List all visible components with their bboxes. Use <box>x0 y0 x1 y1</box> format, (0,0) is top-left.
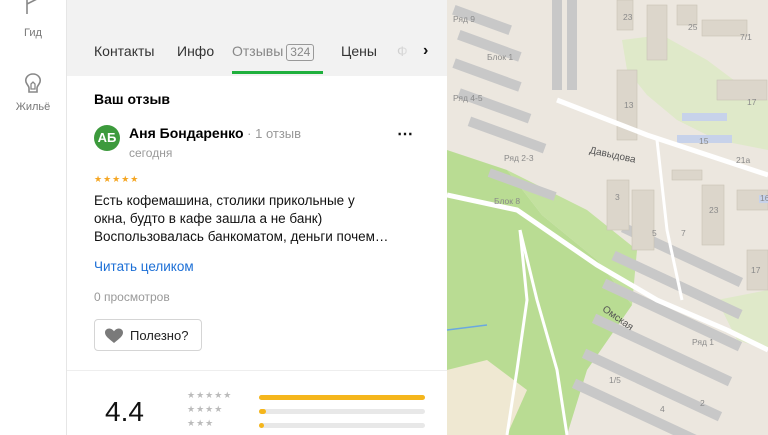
rating-distribution-row: ★★★★ <box>187 404 447 418</box>
review-stars: ★★★★★ <box>94 174 140 184</box>
map-label: Блок 8 <box>494 196 521 206</box>
author-name: Аня Бондаренко <box>129 125 244 141</box>
tab-bar: Контакты Инфо Отзывы324 Цены Ф › <box>67 26 447 76</box>
distribution-stars: ★★★ <box>187 418 215 428</box>
distribution-fill <box>259 409 266 414</box>
map-label: 25 <box>688 22 698 32</box>
useful-label: Полезно? <box>130 328 189 343</box>
author-review-count: · 1 отзыв <box>243 126 302 141</box>
map-label: 7 <box>681 228 686 238</box>
reviews-count-badge: 324 <box>286 44 315 61</box>
read-more-link[interactable]: Читать целиком <box>94 259 194 274</box>
map-label: Ряд 4-5 <box>453 93 483 103</box>
rail-item-label: Гид <box>24 27 42 39</box>
map-label: 16 <box>760 193 768 203</box>
views-count: 0 просмотров <box>94 290 170 304</box>
active-tab-indicator <box>232 71 323 74</box>
tab-info[interactable]: Инфо <box>177 43 214 59</box>
map-label: 17 <box>751 265 761 275</box>
tab-contacts[interactable]: Контакты <box>94 43 154 59</box>
review-text-line: окна, будто в кафе зашла а не банк) <box>94 211 323 226</box>
review-text-line: Воспользовалась банкоматом, деньги почем… <box>94 229 389 244</box>
map-label: 2 <box>700 398 705 408</box>
map-label: 4 <box>660 404 665 414</box>
distribution-stars: ★★★★ <box>187 404 224 414</box>
map-label: Ряд 1 <box>692 337 715 347</box>
map-label: 3 <box>615 192 620 202</box>
map-label: 1/5 <box>609 375 621 385</box>
map-label: 23 <box>709 205 719 215</box>
rail-item-guide[interactable]: Гид <box>0 0 66 39</box>
flag-icon <box>26 0 37 14</box>
panel-header-area <box>67 0 447 26</box>
your-review-heading: Ваш отзыв <box>94 91 171 107</box>
heart-icon <box>105 328 123 343</box>
map-label: 17 <box>747 97 757 107</box>
avatar[interactable]: АБ <box>94 125 120 151</box>
map[interactable]: Ряд 9 Блок 1 Ряд 4-5 Ряд 2-3 Блок 8 Ряд … <box>447 0 768 435</box>
review-author[interactable]: Аня Бондаренко · 1 отзыв <box>129 125 301 141</box>
distribution-fill <box>259 423 264 428</box>
distribution-bar <box>259 423 425 428</box>
rail-item-housing[interactable]: Жильё <box>0 72 66 113</box>
distribution-fill <box>259 395 425 400</box>
left-rail: Гид Жильё <box>0 0 67 435</box>
review-date: сегодня <box>129 146 173 160</box>
useful-button[interactable]: Полезно? <box>94 319 202 351</box>
home-icon <box>25 73 41 93</box>
map-label: 15 <box>699 136 709 146</box>
tab-reviews-label: Отзывы <box>232 43 284 59</box>
more-options-icon[interactable]: ⋯ <box>397 124 414 144</box>
map-label: 23 <box>623 12 633 22</box>
chevron-right-icon[interactable]: › <box>423 42 428 60</box>
rating-distribution-row: ★★★ <box>187 418 447 432</box>
tab-prices[interactable]: Цены <box>341 43 377 59</box>
review-text-line: Есть кофемашина, столики прикольные у <box>94 193 355 208</box>
map-label: 5 <box>652 228 657 238</box>
distribution-bar <box>259 409 425 414</box>
tabs-fade <box>387 44 417 64</box>
rail-item-label: Жильё <box>15 101 51 113</box>
distribution-bar <box>259 395 425 400</box>
rating-distribution-row: ★★★★★ <box>187 390 447 404</box>
map-label: 21а <box>736 155 751 165</box>
distribution-stars: ★★★★★ <box>187 390 233 400</box>
average-rating: 4.4 <box>105 396 144 427</box>
map-background <box>447 0 768 435</box>
organization-panel: Контакты Инфо Отзывы324 Цены Ф › Ваш отз… <box>67 0 447 435</box>
map-label: 7/1 <box>740 32 752 42</box>
review-text: Есть кофемашина, столики прикольные у ок… <box>94 192 424 246</box>
divider <box>67 370 447 371</box>
tab-reviews[interactable]: Отзывы 324 <box>232 43 315 61</box>
map-label: Блок 1 <box>487 52 514 62</box>
map-label: Ряд 9 <box>453 14 476 24</box>
map-label: 13 <box>624 100 634 110</box>
map-label: Ряд 2-3 <box>504 153 534 163</box>
